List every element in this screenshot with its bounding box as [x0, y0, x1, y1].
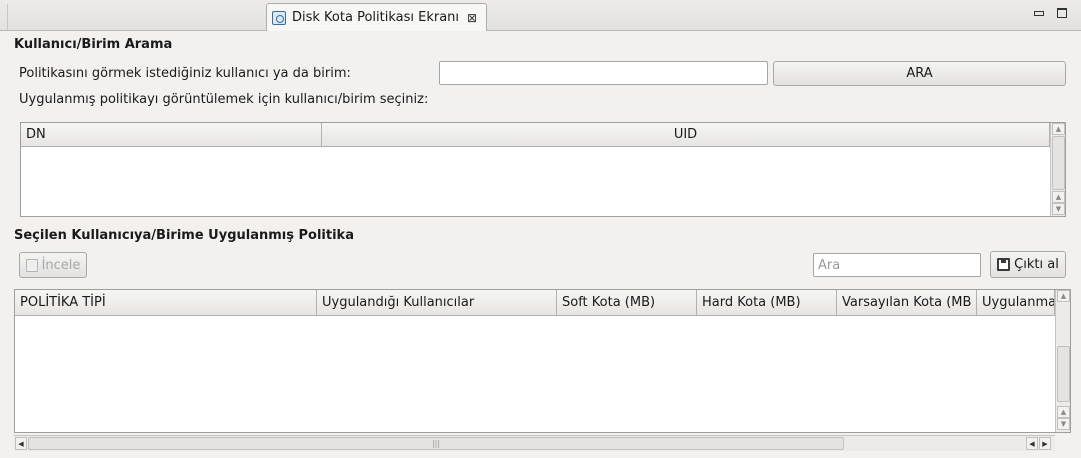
column-header-applied-users[interactable]: Uygulandığı Kullanıcılar	[317, 290, 557, 316]
scroll-up-icon[interactable]: ▲	[1052, 123, 1065, 135]
column-header-dn[interactable]: DN	[21, 123, 322, 147]
tab-disk-quota-policy[interactable]: Disk Kota Politikası Ekranı ⊠	[266, 3, 487, 31]
column-header-hard-quota[interactable]: Hard Kota (MB)	[697, 290, 837, 316]
user-table-scrollbar[interactable]: ▲ ▲ ▼	[1050, 123, 1065, 216]
inspect-button[interactable]: İncele	[19, 252, 87, 278]
column-header-policy-type[interactable]: POLİTİKA TİPİ	[15, 290, 317, 316]
maximize-icon[interactable]	[1057, 8, 1067, 18]
scroll-up-icon[interactable]: ▲	[1052, 191, 1065, 203]
scroll-down-icon[interactable]: ▼	[1052, 203, 1065, 215]
export-button-label: Çıktı al	[1014, 257, 1059, 272]
inspect-button-label: İncele	[41, 257, 81, 273]
search-button[interactable]: ARA	[773, 61, 1066, 86]
policy-table-scrollbar[interactable]: ▲ ▲ ▼	[1055, 290, 1070, 432]
scroll-right-icon[interactable]: ▶	[1039, 437, 1051, 450]
scroll-down-icon[interactable]: ▼	[1057, 418, 1070, 430]
select-hint-label: Uygulanmış politikayı görüntülemek için …	[19, 92, 429, 107]
close-icon[interactable]: ⊠	[467, 11, 477, 25]
scrollbar-thumb[interactable]	[1057, 346, 1070, 402]
column-header-applied-date[interactable]: Uygulanma	[977, 290, 1055, 316]
column-header-default-quota[interactable]: Varsayılan Kota (MB	[837, 290, 977, 316]
minimize-icon[interactable]	[1033, 8, 1044, 18]
policy-page-icon	[272, 10, 286, 25]
editor-tab-bar: Disk Kota Politikası Ekranı ⊠	[0, 0, 1081, 31]
policy-search-input[interactable]	[813, 253, 981, 277]
policy-section-title: Seçilen Kullanıcıya/Birime Uygulanmış Po…	[14, 228, 354, 243]
search-prompt-label: Politikasını görmek istediğiniz kullanıc…	[19, 66, 351, 81]
user-search-input[interactable]	[439, 61, 768, 85]
scroll-left-icon[interactable]: ◀	[1026, 437, 1038, 450]
user-table: DN UID ▲ ▲ ▼	[20, 122, 1066, 217]
policy-table-hscrollbar[interactable]: ◀ ||| ◀ ▶	[14, 435, 1055, 451]
export-button[interactable]: Çıktı al	[990, 251, 1066, 278]
search-section-title: Kullanıcı/Birim Arama	[14, 37, 173, 52]
save-icon	[997, 258, 1011, 271]
search-button-label: ARA	[906, 66, 933, 81]
scrollbar-thumb[interactable]	[1052, 136, 1065, 190]
inspect-icon	[25, 258, 38, 272]
hscrollbar-thumb[interactable]: |||	[28, 437, 844, 450]
column-header-soft-quota[interactable]: Soft Kota (MB)	[557, 290, 697, 316]
scroll-up-icon[interactable]: ▲	[1057, 406, 1070, 418]
tab-title: Disk Kota Politikası Ekranı	[292, 10, 460, 25]
policy-table: POLİTİKA TİPİ Uygulandığı Kullanıcılar S…	[14, 289, 1071, 433]
scroll-up-icon[interactable]: ▲	[1057, 290, 1070, 302]
scroll-left-icon[interactable]: ◀	[15, 437, 27, 450]
tab-bar-divider	[7, 4, 8, 30]
column-header-uid[interactable]: UID	[322, 123, 1050, 147]
